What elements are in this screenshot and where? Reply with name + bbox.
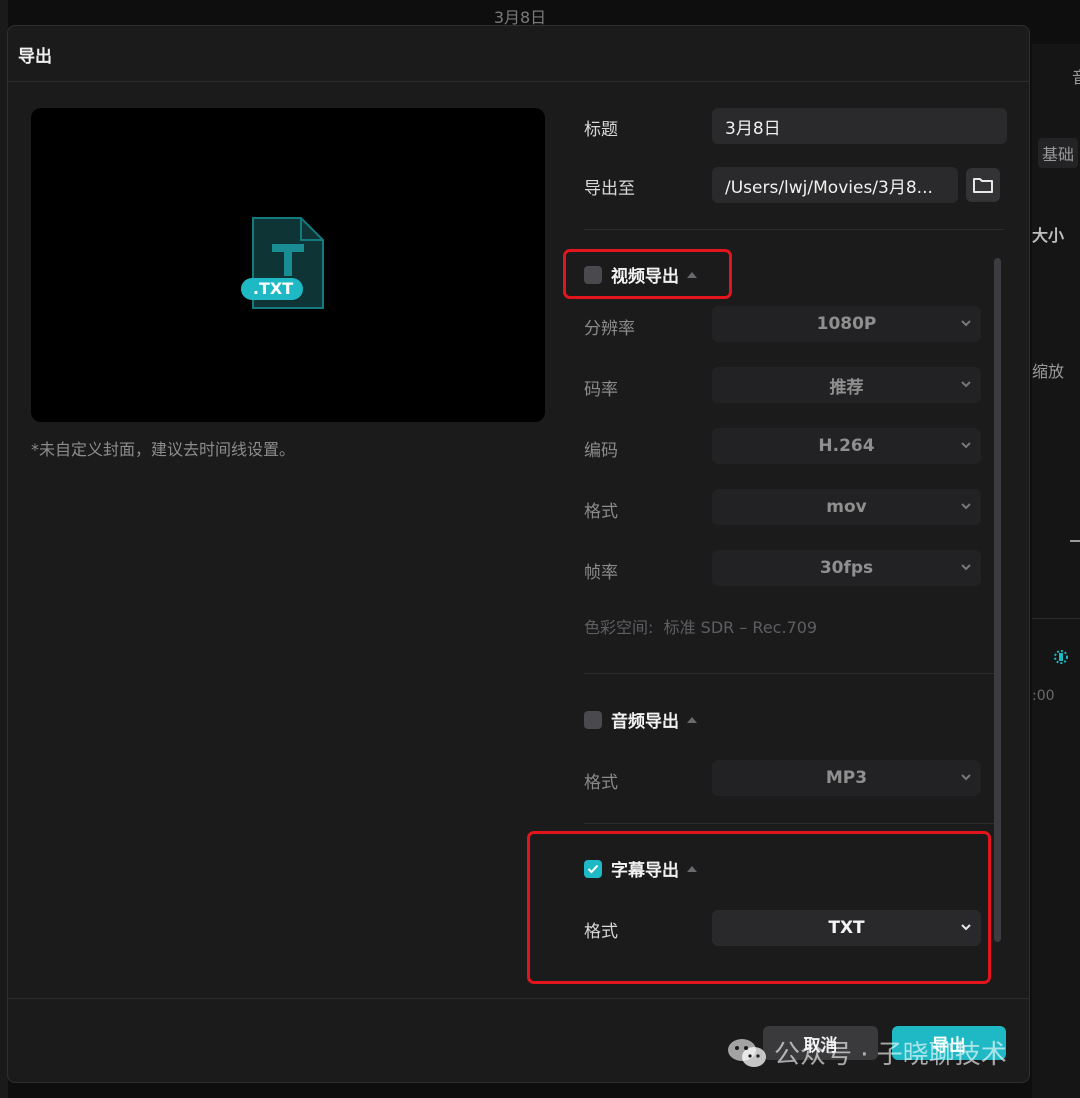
wechat-icon [728,1038,766,1067]
audio-format-value: MP3 [825,768,868,788]
preview-area: .TXT [31,108,545,422]
resolution-value: 1080P [816,314,877,334]
folder-icon [973,178,993,193]
section-divider [584,673,994,674]
bitrate-label: 码率 [584,380,618,400]
chevron-down-icon [961,564,971,571]
watermark: 公众号 · 子晓聊技术 [726,1034,1007,1071]
framerate-select[interactable]: 30fps [712,550,981,586]
export-to-label: 导出至 [584,179,635,199]
chevron-down-icon [961,774,971,781]
export-path-field[interactable]: /Users/lwj/Movies/3月8... [712,167,958,203]
chevron-down-icon [961,320,971,327]
settings-scrollbar[interactable] [994,258,1001,942]
export-dialog: 导出 .TXT *未自定义封面，建议去时间线设置。 标题 3月8日 导出至 /U… [7,25,1030,1083]
colorspace-value: 标准 SDR – Rec.709 [663,618,818,637]
timecode-partial: :00 [1032,688,1055,704]
preview-note: *未自定义封面，建议去时间线设置。 [31,440,296,459]
audio-format-select[interactable]: MP3 [712,760,981,796]
audio-export-checkbox[interactable] [584,710,602,729]
zoom-label: 缩放 [1032,362,1065,381]
section-divider [584,229,1004,230]
bitrate-value: 推荐 [829,377,864,398]
video-format-label: 格式 [584,502,618,522]
playhead-icon[interactable] [1048,644,1074,674]
title-label: 标题 [584,120,618,140]
framerate-value: 30fps [819,558,874,578]
colorspace-label: 色彩空间: [584,618,654,637]
section-divider [584,823,994,824]
resolution-label: 分辨率 [584,319,635,339]
basic-button[interactable]: 基础 [1038,138,1079,168]
audio-format-label: 格式 [584,773,618,793]
background-divider [1032,618,1080,619]
video-format-value: mov [826,497,867,517]
subtitle-export-highlight [527,831,991,984]
browse-folder-button[interactable] [966,168,1000,202]
chevron-down-icon [961,503,971,510]
chevron-down-icon [961,381,971,388]
audio-export-label: 音频导出 [611,712,679,732]
bitrate-select[interactable]: 推荐 [712,367,981,403]
title-divider [8,81,1029,82]
resolution-select[interactable]: 1080P [712,306,981,342]
framerate-label: 帧率 [584,563,618,583]
watermark-text: 公众号 · 子晓聊技术 [774,1040,1007,1070]
background-right-panel: 音 基础 大小 缩放 :00 [1032,44,1080,1098]
footer-divider [8,998,1029,999]
txt-file-icon: .TXT [239,216,329,318]
file-badge: .TXT [252,279,294,298]
audio-export-toggle[interactable]: 音频导出 [584,707,697,732]
size-label: 大小 [1032,226,1065,245]
chevron-down-icon [961,442,971,449]
background-tab-partial[interactable]: 音 [1072,64,1080,88]
codec-label: 编码 [584,441,618,461]
codec-select[interactable]: H.264 [712,428,981,464]
video-export-highlight [563,249,732,299]
dialog-title: 导出 [18,47,52,67]
add-icon[interactable] [1070,540,1080,542]
title-input[interactable]: 3月8日 [712,108,1007,144]
video-format-select[interactable]: mov [712,489,981,525]
collapse-caret-icon[interactable] [687,716,697,723]
codec-value: H.264 [818,436,875,456]
colorspace-info: 色彩空间: 标准 SDR – Rec.709 [584,614,817,638]
